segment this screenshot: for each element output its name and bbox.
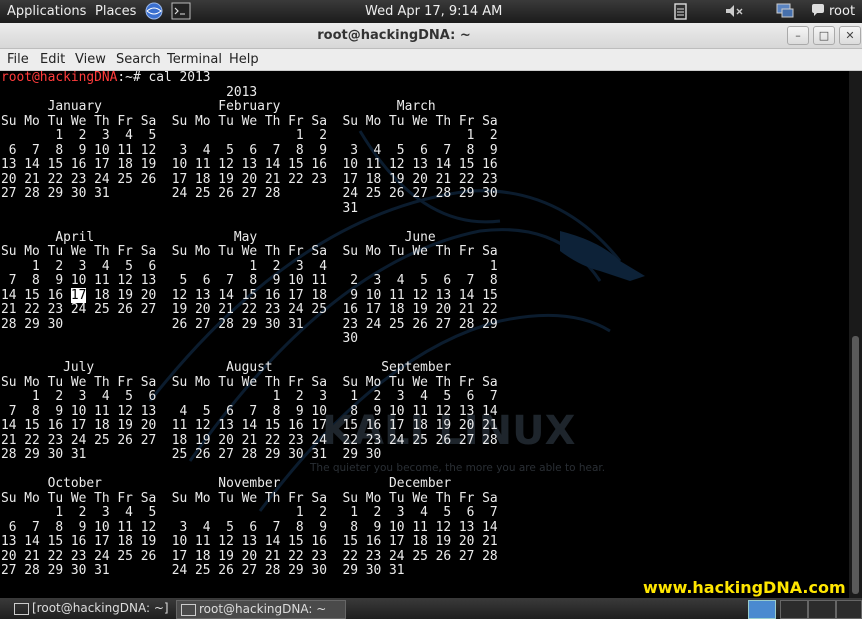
terminal-scrollbar[interactable] [849, 71, 862, 598]
taskbar-item-label: root@hackingDNA: ~ [199, 602, 327, 616]
bottom-taskbar: [root@hackingDNA: ~] root@hackingDNA: ~ [0, 598, 862, 619]
terminal-output: root@hackingDNA:~# cal 2013 2013 January… [1, 71, 498, 579]
maximize-button[interactable]: □ [813, 26, 835, 45]
menu-file[interactable]: File [7, 52, 29, 67]
taskbar-item-label: [root@hackingDNA: ~] [32, 601, 169, 615]
volume-muted-icon[interactable] [724, 2, 744, 20]
workspace-1[interactable] [748, 600, 776, 619]
menu-terminal[interactable]: Terminal [167, 52, 222, 67]
today-highlight: 17 [70, 287, 87, 303]
terminal-view[interactable]: KALI LINUX The quieter you become, the m… [0, 71, 849, 598]
menu-bar: File Edit View Search Terminal Help [0, 49, 862, 71]
workspace-3[interactable] [808, 600, 836, 619]
user-menu[interactable]: root [829, 4, 855, 19]
window-titlebar[interactable]: root@hackingDNA: ~ – □ ✕ [0, 23, 862, 49]
scrollbar-thumb[interactable] [852, 336, 859, 594]
taskbar-item-terminal-2[interactable]: root@hackingDNA: ~ [176, 600, 346, 619]
workspace-2[interactable] [780, 600, 808, 619]
menu-help[interactable]: Help [229, 52, 259, 67]
prompt-user: root@hackingDNA [1, 71, 118, 85]
menu-view[interactable]: View [75, 52, 106, 67]
clock[interactable]: Wed Apr 17, 9:14 AM [365, 4, 502, 19]
taskbar-item-terminal-1[interactable]: [root@hackingDNA: ~] [10, 600, 182, 617]
top-panel: Applications Places Wed Apr 17, 9:14 AM … [0, 0, 862, 23]
window-title: root@hackingDNA: ~ [317, 28, 471, 43]
applications-menu[interactable]: Applications [7, 4, 86, 19]
terminal-launcher-icon[interactable] [171, 2, 191, 20]
close-button[interactable]: ✕ [839, 26, 861, 45]
calendar-output-rest: 18 19 20 12 13 14 15 16 17 18 9 10 11 12… [1, 287, 498, 578]
terminal-icon [181, 604, 196, 616]
prompt-command: :~# cal 2013 [117, 71, 211, 85]
chat-icon[interactable] [811, 2, 825, 20]
site-watermark: www.hackingDNA.com [643, 578, 846, 597]
menu-search[interactable]: Search [116, 52, 161, 67]
places-menu[interactable]: Places [95, 4, 136, 19]
terminal-icon [14, 603, 29, 615]
menu-edit[interactable]: Edit [40, 52, 65, 67]
network-icon[interactable] [775, 2, 795, 20]
minimize-button[interactable]: – [787, 26, 809, 45]
browser-icon[interactable] [144, 2, 164, 20]
workspace-4[interactable] [836, 600, 862, 619]
calendar-output: 2013 January February March Su Mo Tu We … [1, 84, 498, 303]
clipboard-icon[interactable] [671, 2, 691, 20]
